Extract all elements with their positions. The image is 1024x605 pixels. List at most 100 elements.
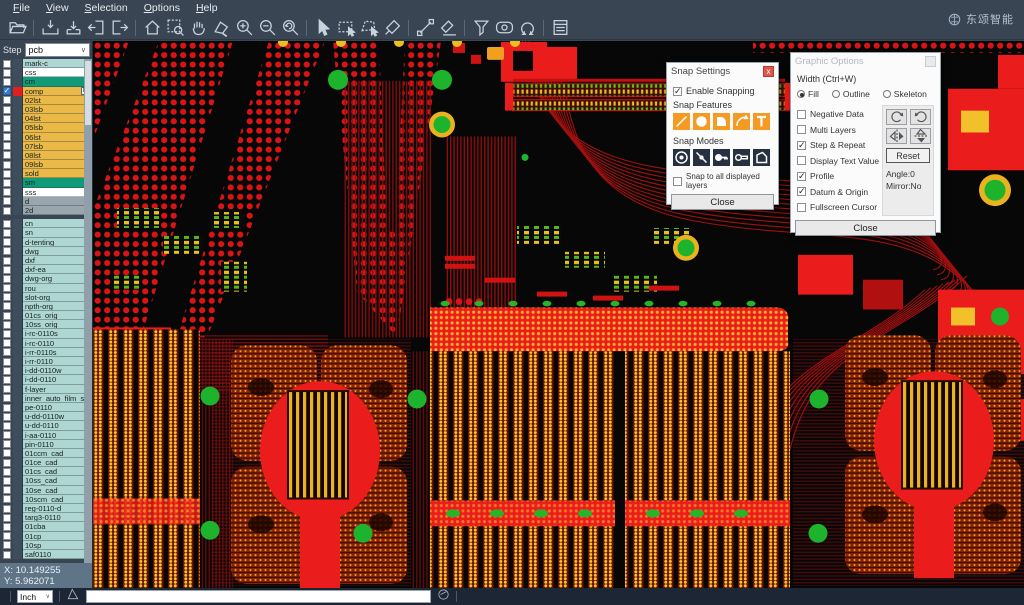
layer-visibility-checkbox[interactable] xyxy=(3,312,11,320)
layer-visibility-checkbox[interactable] xyxy=(3,170,11,178)
menu-file[interactable]: File xyxy=(6,1,37,15)
radio-outline[interactable]: Outline xyxy=(832,89,870,99)
layer-row-sn[interactable]: sn xyxy=(0,228,92,237)
checkbox-step-repeat[interactable]: Step & Repeat xyxy=(797,139,882,152)
zoom-in-icon[interactable] xyxy=(233,17,255,38)
layer-visibility-checkbox[interactable] xyxy=(3,321,11,329)
layer-row-05lsb[interactable]: 05lsb xyxy=(0,123,92,132)
snap-settings-titlebar[interactable]: Snap Settings x xyxy=(667,63,778,79)
snap-text-icon[interactable] xyxy=(753,113,770,130)
layer-visibility-checkbox[interactable] xyxy=(3,293,11,301)
checkbox-negative-data[interactable]: Negative Data xyxy=(797,108,882,121)
layer-row-i-dd-0110[interactable]: i-dd-0110 xyxy=(0,375,92,384)
menu-view[interactable]: View xyxy=(39,1,76,15)
zoom-out-icon[interactable] xyxy=(256,17,278,38)
layer-row-comp[interactable]: compB xyxy=(0,87,92,96)
layers-panel-icon[interactable] xyxy=(549,17,571,38)
layer-visibility-checkbox[interactable] xyxy=(3,188,11,196)
layer-visibility-checkbox[interactable] xyxy=(3,541,11,549)
enable-snapping-checkbox[interactable]: Enable Snapping xyxy=(673,86,772,96)
radio-fill[interactable]: Fill xyxy=(797,89,819,99)
layer-visibility-checkbox[interactable] xyxy=(3,275,11,283)
flip-v-icon[interactable] xyxy=(910,128,931,144)
layer-row-pe-0110[interactable]: pe-0110 xyxy=(0,403,92,412)
layer-visibility-checkbox[interactable] xyxy=(3,142,11,150)
layer-visibility-checkbox[interactable] xyxy=(3,179,11,187)
layer-row-10ss_orig[interactable]: 10ss_orig xyxy=(0,320,92,329)
flip-h-icon[interactable] xyxy=(886,128,907,144)
layer-row-01cba[interactable]: 01cba xyxy=(0,522,92,531)
layer-visibility-checkbox[interactable] xyxy=(3,394,11,402)
rotate-cw-icon[interactable] xyxy=(886,109,907,125)
layer-row-i-rr-0110[interactable]: i-rr-0110 xyxy=(0,357,92,366)
snap-magnet-icon[interactable] xyxy=(516,17,538,38)
measure-line-icon[interactable] xyxy=(414,17,436,38)
eraser-icon[interactable] xyxy=(437,17,459,38)
mode-key-outline-icon[interactable] xyxy=(733,149,750,166)
snap-corner-icon[interactable] xyxy=(713,113,730,130)
layer-visibility-checkbox[interactable] xyxy=(3,151,11,159)
layer-row-i-dd-0110w[interactable]: i-dd-0110w xyxy=(0,366,92,375)
layer-row-01ccm_cad[interactable]: 01ccm_cad xyxy=(0,449,92,458)
layer-row-04lst[interactable]: 04lst xyxy=(0,114,92,123)
layer-visibility-checkbox[interactable] xyxy=(3,459,11,467)
snap-pad-icon[interactable] xyxy=(693,113,710,130)
layer-row-d[interactable]: d xyxy=(0,197,92,206)
layer-row-03lsb[interactable]: 03lsb xyxy=(0,105,92,114)
layer-visibility-checkbox[interactable] xyxy=(3,348,11,356)
select-poly-icon[interactable] xyxy=(358,17,380,38)
mode-center-icon[interactable] xyxy=(673,149,690,166)
layer-list-scrollbar[interactable] xyxy=(84,59,92,563)
layer-visibility-checkbox[interactable] xyxy=(3,440,11,448)
menu-selection[interactable]: Selection xyxy=(78,1,135,15)
layer-row-2d[interactable]: 2d xyxy=(0,206,92,215)
snap-arc-icon[interactable] xyxy=(733,113,750,130)
select-arrow-icon[interactable] xyxy=(312,17,334,38)
layer-row-u-dd-0110w[interactable]: u-dd-0110w xyxy=(0,412,92,421)
layer-visibility-checkbox[interactable] xyxy=(3,468,11,476)
layer-row-10sp[interactable]: 10sp xyxy=(0,541,92,550)
layer-visibility-checkbox[interactable] xyxy=(3,161,11,169)
menu-help[interactable]: Help xyxy=(189,1,225,15)
unit-select[interactable]: Inch ∨ xyxy=(17,590,53,603)
highlight-eye-icon[interactable] xyxy=(493,17,515,38)
page-prev-icon[interactable] xyxy=(85,17,107,38)
import-down-icon[interactable] xyxy=(62,17,84,38)
layer-visibility-checkbox[interactable] xyxy=(3,133,11,141)
layer-row-sm[interactable]: sm xyxy=(0,178,92,187)
layer-row-dwg-org[interactable]: dwg-org xyxy=(0,274,92,283)
layer-visibility-checkbox[interactable] xyxy=(3,207,11,215)
layer-row-01cs_orig[interactable]: 01cs_orig xyxy=(0,311,92,320)
layer-row-inner_auto_film_symb[interactable]: inner_auto_film_symb xyxy=(0,394,92,403)
layer-visibility-checkbox[interactable] xyxy=(3,284,11,292)
layer-row-targ3-0110[interactable]: targ3-0110 xyxy=(0,513,92,522)
brush-icon[interactable] xyxy=(381,17,403,38)
layer-row-10se_cad[interactable]: 10se_cad xyxy=(0,486,92,495)
layer-row-saf0110[interactable]: saf0110 xyxy=(0,550,92,559)
layer-visibility-checkbox[interactable] xyxy=(3,339,11,347)
layer-visibility-checkbox[interactable] xyxy=(3,514,11,522)
layer-row-01ce_cad[interactable]: 01ce_cad xyxy=(0,458,92,467)
layer-visibility-checkbox[interactable] xyxy=(3,266,11,274)
layer-visibility-checkbox[interactable] xyxy=(3,229,11,237)
layer-row-f-layer[interactable]: f-layer xyxy=(0,385,92,394)
graphic-options-titlebar[interactable]: Graphic Options xyxy=(791,53,940,69)
layer-visibility-checkbox[interactable] xyxy=(3,431,11,439)
layer-visibility-checkbox[interactable] xyxy=(3,505,11,513)
save-tray-icon[interactable] xyxy=(39,17,61,38)
home-icon[interactable] xyxy=(141,17,163,38)
layer-visibility-checkbox[interactable] xyxy=(3,422,11,430)
layer-visibility-checkbox[interactable] xyxy=(3,330,11,338)
layer-row-pin-0110[interactable]: pin-0110 xyxy=(0,440,92,449)
layer-visibility-checkbox[interactable] xyxy=(3,523,11,531)
layer-row-08lst[interactable]: 08lst xyxy=(0,151,92,160)
layer-visibility-checkbox[interactable] xyxy=(3,495,11,503)
layer-row-i-rc-0110[interactable]: i-rc-0110 xyxy=(0,339,92,348)
rotate-ccw-icon[interactable] xyxy=(910,109,931,125)
menu-options[interactable]: Options xyxy=(137,1,187,15)
layer-row-dwg[interactable]: dwg xyxy=(0,247,92,256)
open-folder-icon[interactable] xyxy=(6,17,28,38)
vertex-edit-icon[interactable] xyxy=(210,17,232,38)
filter-icon[interactable] xyxy=(470,17,492,38)
checkbox-fullscreen-cursor[interactable]: Fullscreen Cursor xyxy=(797,201,882,214)
